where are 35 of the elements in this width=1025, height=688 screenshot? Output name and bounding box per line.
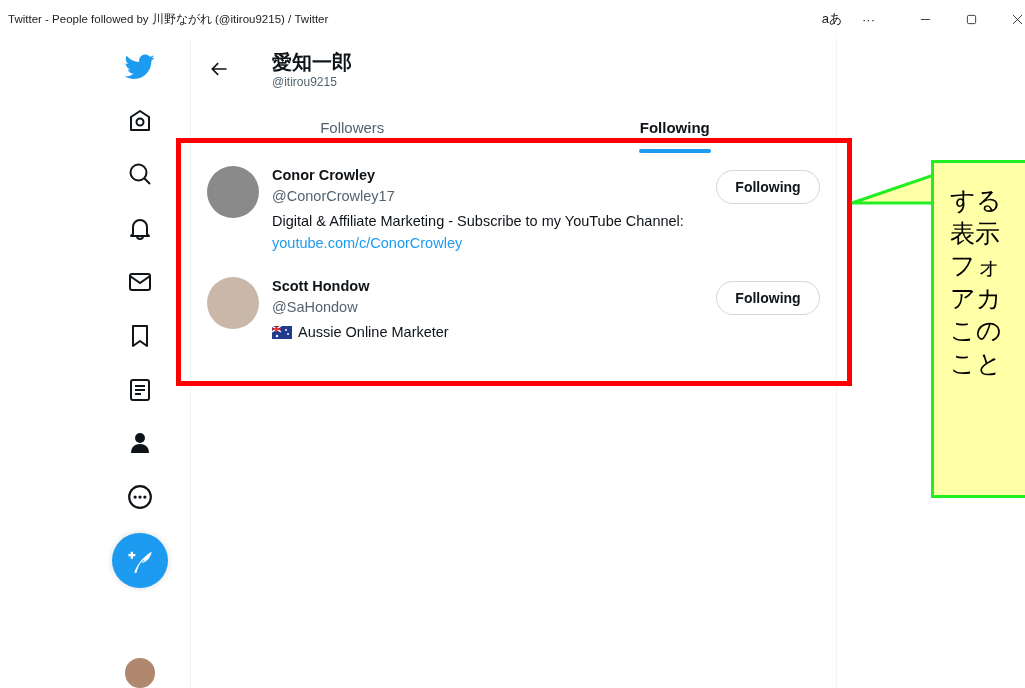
following-button[interactable]: Following xyxy=(716,170,820,204)
callout-text: する xyxy=(950,185,1003,216)
reader-button[interactable]: aあ xyxy=(811,10,852,28)
callout-text: アカ xyxy=(950,282,1003,314)
more-circle-icon[interactable] xyxy=(127,484,153,511)
search-icon[interactable] xyxy=(128,162,152,187)
home-icon[interactable] xyxy=(128,108,152,133)
tab[interactable]: Followers xyxy=(191,100,514,153)
user-name[interactable]: Scott Hondow xyxy=(272,276,370,296)
person-icon[interactable] xyxy=(128,431,152,456)
profile-handle: @itirou9215 xyxy=(272,75,338,89)
mail-icon[interactable] xyxy=(128,270,152,294)
compose-button[interactable] xyxy=(112,533,168,589)
flag-icon xyxy=(272,325,292,339)
user-name[interactable]: Conor Crowley xyxy=(272,165,395,185)
callout-text: フォ xyxy=(950,250,1003,281)
list-icon[interactable] xyxy=(128,377,152,402)
following-button[interactable]: Following xyxy=(716,281,820,315)
window-title: Twitter - People followed by 川野ながれ (@itirou9215) / Twitter xyxy=(8,11,329,27)
user-handle: @SaHondow xyxy=(272,298,359,317)
user-bio: Aussie Online Marketer xyxy=(298,323,449,342)
callout-text: こと xyxy=(950,347,1003,379)
bird-logo-icon[interactable] xyxy=(125,53,155,80)
profile-name: 愛知一郎 xyxy=(272,50,352,75)
tab[interactable]: Following xyxy=(513,100,836,153)
user-handle: @ConorCrowley17 xyxy=(272,187,395,206)
avatar-silhouette[interactable] xyxy=(125,658,155,688)
avatar-placeholder[interactable] xyxy=(207,166,259,218)
bell-icon[interactable] xyxy=(128,216,152,241)
maximize-icon[interactable] xyxy=(966,13,977,25)
more-button[interactable]: ··· xyxy=(852,11,885,27)
callout-text: 表示 xyxy=(950,217,1001,249)
user-bio: Digital & Affiliate Marketing - Subscribe to my YouTube Channel: xyxy=(272,212,684,231)
close-icon[interactable] xyxy=(1012,13,1023,25)
callout-text: この xyxy=(950,315,1003,346)
